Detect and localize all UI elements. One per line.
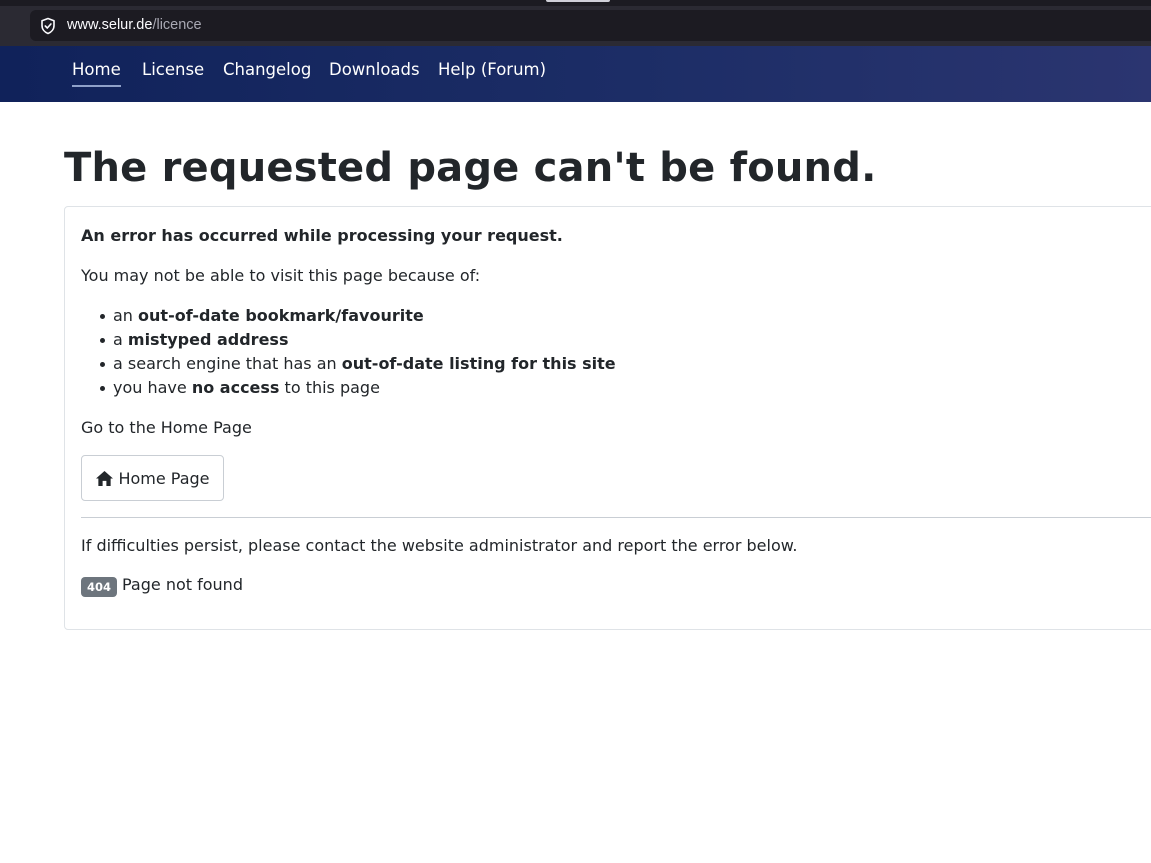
shield-icon[interactable] — [39, 17, 57, 35]
home-page-button-label: Home Page — [118, 468, 210, 488]
reason-list: an out-of-date bookmark/favourite a mist… — [81, 304, 616, 400]
persist-text: If difficulties persist, please contact … — [81, 536, 798, 555]
browser-toolbar: www.selur.de/licence — [0, 0, 1151, 46]
home-icon — [96, 470, 114, 486]
reason-item: a search engine that has an out-of-date … — [81, 352, 616, 376]
error-code-badge: 404 — [81, 577, 117, 597]
url-host: www.selur.de — [67, 17, 153, 33]
reason-item: an out-of-date bookmark/favourite — [81, 304, 616, 328]
nav-changelog[interactable]: Changelog — [223, 59, 311, 81]
reason-item: you have no access to this page — [81, 376, 616, 400]
divider — [81, 517, 1151, 518]
tab-strip — [0, 0, 1151, 6]
error-card: An error has occurred while processing y… — [64, 206, 1151, 630]
address-bar[interactable]: www.selur.de/licence — [30, 10, 1151, 41]
reason-item: a mistyped address — [81, 328, 616, 352]
nav-license[interactable]: License — [142, 59, 204, 81]
site-navbar: Home License Changelog Downloads Help (F… — [0, 46, 1151, 102]
error-intro: You may not be able to visit this page b… — [81, 266, 481, 285]
nav-home[interactable]: Home — [72, 59, 121, 87]
error-message: Page not found — [122, 575, 243, 594]
url-text[interactable]: www.selur.de/licence — [67, 16, 202, 35]
nav-help-forum[interactable]: Help (Forum) — [438, 59, 546, 81]
error-heading: An error has occurred while processing y… — [81, 226, 563, 245]
nav-downloads[interactable]: Downloads — [329, 59, 420, 81]
active-tab-indicator[interactable] — [546, 0, 610, 2]
home-page-button[interactable]: Home Page — [81, 455, 224, 501]
page-title: The requested page can't be found. — [64, 145, 877, 191]
url-path: /licence — [152, 17, 202, 33]
goto-home-text: Go to the Home Page — [81, 418, 252, 437]
